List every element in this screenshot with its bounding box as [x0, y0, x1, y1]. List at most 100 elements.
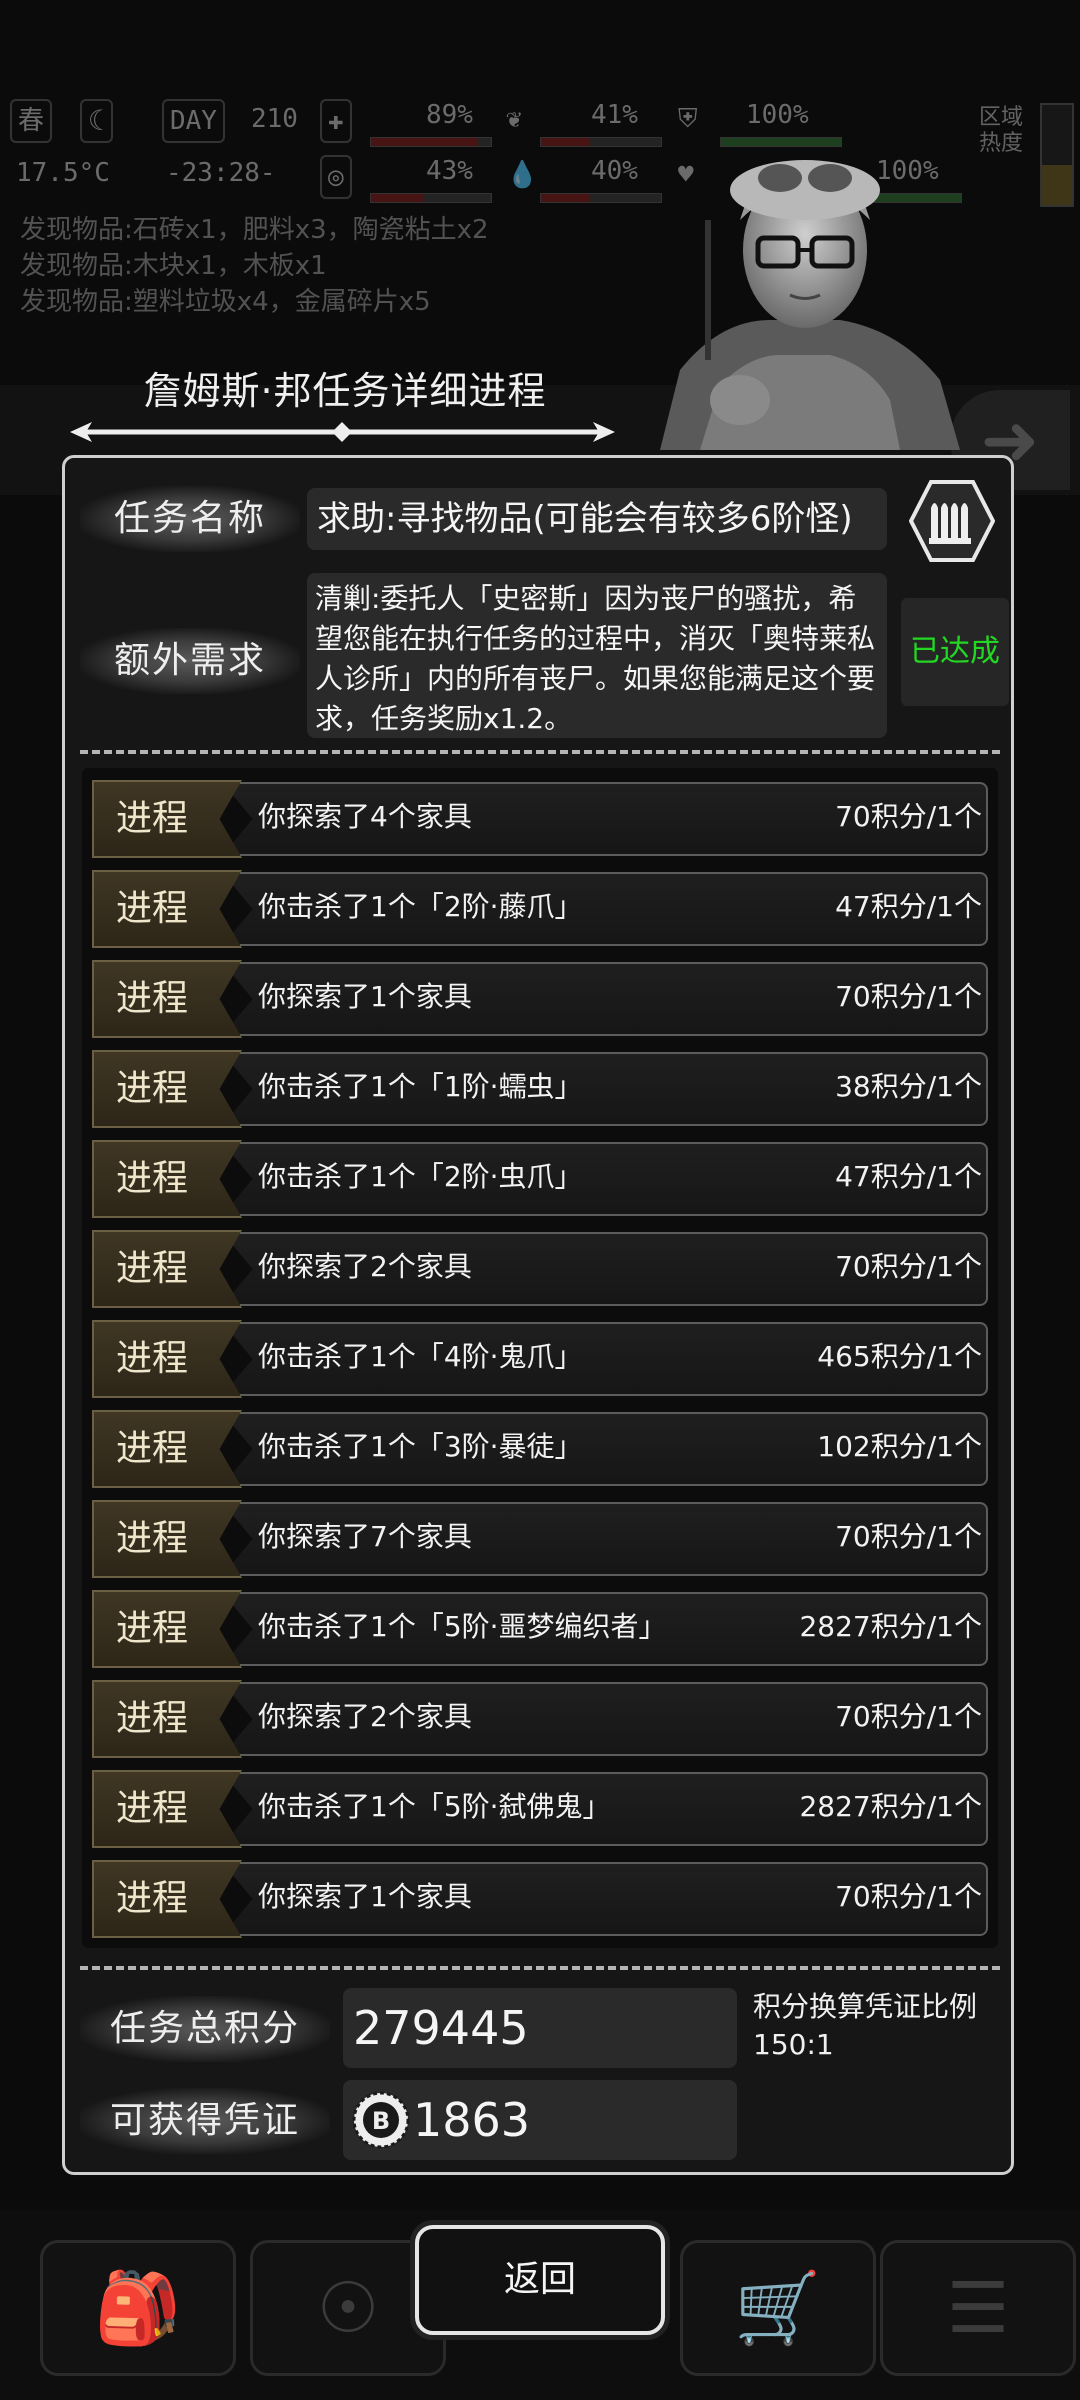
progress-row-text: 你击杀了1个「5阶·弑佛鬼」 2827积分/1个 [222, 1772, 988, 1846]
progress-tag: 进程 [92, 1410, 242, 1488]
armor-bar-fill [721, 138, 841, 146]
zone-heat-label: 区域热度 [979, 105, 1024, 156]
progress-desc: 你探索了4个家具 [258, 800, 472, 833]
divider [80, 750, 1000, 754]
progress-desc: 你探索了2个家具 [258, 1250, 472, 1283]
progress-points: 70积分/1个 [835, 800, 982, 833]
voucher-label: 可获得凭证 [80, 2088, 330, 2154]
progress-points: 70积分/1个 [835, 1520, 982, 1553]
progress-points: 47积分/1个 [835, 1160, 982, 1193]
progress-desc: 你击杀了1个「5阶·弑佛鬼」 [258, 1790, 611, 1823]
stomach-icon: ❦ [506, 104, 522, 134]
progress-tag: 进程 [92, 1680, 242, 1758]
log-line: 发现物品:石砖x1，肥料x3，陶瓷粘土x2 [20, 215, 489, 245]
progress-row-text: 你探索了1个家具 70积分/1个 [222, 962, 988, 1036]
progress-desc: 你击杀了1个「1阶·蠕虫」 [258, 1070, 583, 1103]
progress-row: 进程 你探索了2个家具 70积分/1个 [92, 1230, 988, 1308]
progress-row: 进程 你探索了1个家具 70积分/1个 [92, 960, 988, 1038]
progress-row: 进程 你探索了4个家具 70积分/1个 [92, 780, 988, 858]
progress-desc: 你探索了1个家具 [258, 980, 472, 1013]
stamina-bar-fill [541, 138, 591, 146]
progress-tag: 进程 [92, 1500, 242, 1578]
moon-icon: ☾ [80, 99, 113, 143]
progress-points: 47积分/1个 [835, 890, 982, 923]
progress-row: 进程 你击杀了1个「2阶·虫爪」 47积分/1个 [92, 1140, 988, 1218]
sanity-bar [370, 193, 492, 203]
progress-tag: 进程 [92, 1770, 242, 1848]
menu-icon: ☰ [880, 2240, 1076, 2376]
zone-heat-gauge [1040, 103, 1074, 207]
progress-desc: 你击杀了1个「3阶·暴徒」 [258, 1430, 583, 1463]
progress-tag: 进程 [92, 780, 242, 858]
progress-tag: 进程 [92, 1590, 242, 1668]
progress-points: 70积分/1个 [835, 980, 982, 1013]
mission-progress-dialog: 任务名称 求助:寻找物品(可能会有较多6阶怪) 额外需求 清剿:委托人「史密斯」… [62, 455, 1014, 2175]
armor-percent: 100% [746, 100, 809, 130]
day-counter: 210 [251, 104, 298, 134]
progress-row: 进程 你击杀了1个「3阶·暴徒」 102积分/1个 [92, 1410, 988, 1488]
progress-list[interactable]: 进程 你探索了4个家具 70积分/1个 进程 你击杀了1个「2阶·藤爪」 47积… [82, 768, 998, 1948]
ratio-info: 积分换算凭证比例 150:1 [753, 1988, 977, 2064]
health-bar-fill [371, 138, 478, 146]
progress-row-text: 你探索了7个家具 70积分/1个 [222, 1502, 988, 1576]
progress-desc: 你击杀了1个「2阶·藤爪」 [258, 890, 583, 923]
backpack-icon: 🎒 [40, 2240, 236, 2376]
armor-icon: ⛨ [678, 104, 698, 134]
sanity-percent: 43% [426, 156, 473, 186]
ratio-value: 150:1 [753, 2028, 834, 2061]
progress-row-text: 你探索了2个家具 70积分/1个 [222, 1232, 988, 1306]
progress-tag: 进程 [92, 1230, 242, 1308]
extra-requirement-status: 已达成 [901, 598, 1009, 706]
progress-points: 70积分/1个 [835, 1880, 982, 1913]
progress-row-text: 你探索了4个家具 70积分/1个 [222, 782, 988, 856]
dialog-title: 詹姆斯·邦任务详细进程 [143, 369, 547, 413]
armor-bar [720, 137, 842, 147]
stamina-percent: 41% [591, 100, 638, 130]
progress-desc: 你击杀了1个「4阶·鬼爪」 [258, 1340, 583, 1373]
progress-tag: 进程 [92, 870, 242, 948]
stamina-bar [540, 137, 662, 147]
progress-row-text: 你击杀了1个「4阶·鬼爪」 465积分/1个 [222, 1322, 988, 1396]
progress-tag: 进程 [92, 1050, 242, 1128]
progress-points: 2827积分/1个 [799, 1610, 982, 1643]
total-points-value: 279445 [343, 1988, 737, 2068]
progress-desc: 你探索了2个家具 [258, 1700, 472, 1733]
progress-tag: 进程 [92, 960, 242, 1038]
medkit-icon: ✚ [320, 99, 352, 143]
water-drop-icon: 💧 [506, 160, 539, 190]
return-button[interactable]: 返回 [415, 2225, 665, 2335]
title-ornament [70, 422, 615, 442]
progress-points: 38积分/1个 [835, 1070, 982, 1103]
extra-requirement-text: 清剿:委托人「史密斯」因为丧尸的骚扰，希望您能在执行任务的过程中，消灭「奥特莱私… [307, 573, 887, 738]
mission-name-value: 求助:寻找物品(可能会有较多6阶怪) [307, 488, 887, 550]
progress-desc: 你击杀了1个「2阶·虫爪」 [258, 1160, 583, 1193]
extra-requirement-label: 额外需求 [80, 628, 300, 694]
progress-points: 465积分/1个 [817, 1340, 982, 1373]
progress-tag: 进程 [92, 1860, 242, 1938]
progress-row-text: 你击杀了1个「3阶·暴徒」 102积分/1个 [222, 1412, 988, 1486]
divider [80, 1966, 1000, 1970]
progress-row: 进程 你击杀了1个「5阶·弑佛鬼」 2827积分/1个 [92, 1770, 988, 1848]
water-bar-fill [541, 194, 589, 202]
water-percent: 40% [591, 156, 638, 186]
svg-text:B: B [372, 2107, 390, 2135]
progress-row-text: 你击杀了1个「2阶·藤爪」 47积分/1个 [222, 872, 988, 946]
progress-desc: 你探索了7个家具 [258, 1520, 472, 1553]
progress-row: 进程 你探索了1个家具 70积分/1个 [92, 1860, 988, 1938]
background-log: 发现物品:石砖x1，肥料x3，陶瓷粘土x2 发现物品:木块x1，木板x1 发现物… [20, 212, 489, 320]
progress-points: 2827积分/1个 [799, 1790, 982, 1823]
coin-icon: B [352, 2091, 410, 2149]
progress-row: 进程 你击杀了1个「4阶·鬼爪」 465积分/1个 [92, 1320, 988, 1398]
season-badge: 春 [10, 99, 53, 143]
progress-row: 进程 你探索了7个家具 70积分/1个 [92, 1500, 988, 1578]
progress-row: 进程 你击杀了1个「2阶·藤爪」 47积分/1个 [92, 870, 988, 948]
progress-tag: 进程 [92, 1140, 242, 1218]
log-line: 发现物品:塑料垃圾x4，金属碎片x5 [20, 287, 431, 317]
brain-icon: ◎ [320, 155, 352, 199]
temperature-readout: 17.5°C [16, 158, 110, 188]
sanity-bar-fill [371, 194, 423, 202]
progress-points: 102积分/1个 [817, 1430, 982, 1463]
clock-readout: -23:28- [166, 158, 276, 188]
ammo-icon[interactable] [909, 478, 995, 564]
progress-row-text: 你探索了1个家具 70积分/1个 [222, 1862, 988, 1936]
